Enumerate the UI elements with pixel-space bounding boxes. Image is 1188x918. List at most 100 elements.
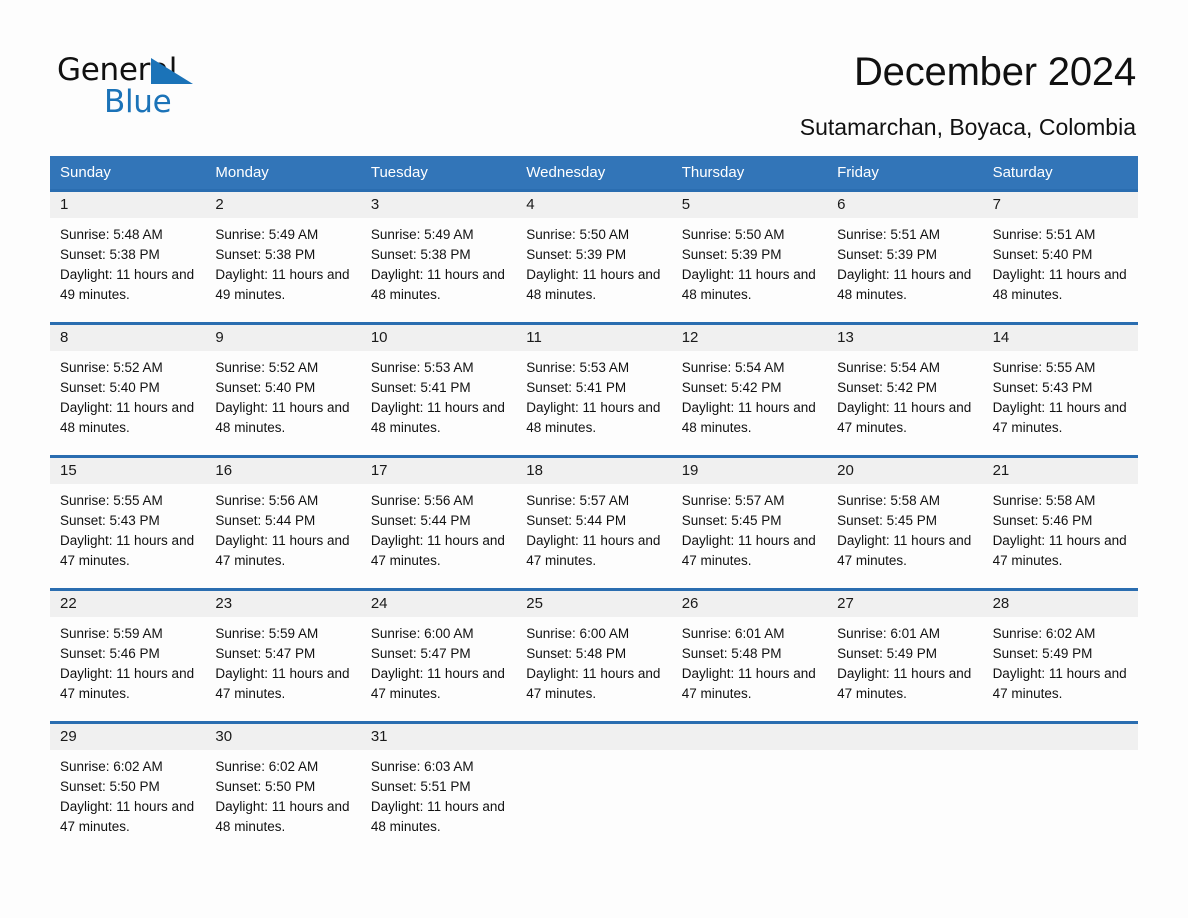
sunset-text: Sunset: 5:40 PM	[992, 247, 1093, 262]
sunset-text: Sunset: 5:45 PM	[837, 513, 937, 528]
weekday-friday: Friday	[837, 164, 879, 181]
day-number: 23	[205, 591, 361, 617]
calendar-day-cell[interactable]: 26 Sunrise: 6:01 AM Sunset: 5:48 PM Dayligh…	[671, 591, 828, 711]
calendar-day-cell[interactable]: 28 Sunrise: 6:02 AM Sunset: 5:49 PM Dayligh…	[982, 591, 1138, 711]
calendar-day-cell[interactable]: 19 Sunrise: 5:57 AM Sunset: 5:45 PM Dayligh…	[671, 458, 828, 578]
daylight-text: Daylight: 11 hours and 49 minutes.	[215, 267, 350, 302]
sunrise-text: Sunrise: 5:54 AM	[837, 360, 940, 375]
calendar-day-cell[interactable]: 18 Sunrise: 5:57 AM Sunset: 5:44 PM Dayligh…	[516, 458, 672, 578]
daylight-text: Daylight: 11 hours and 47 minutes.	[526, 666, 661, 701]
calendar-day-cell[interactable]: 10 Sunrise: 5:53 AM Sunset: 5:41 PM Dayligh…	[360, 325, 517, 445]
daylight-text: Daylight: 11 hours and 48 minutes.	[370, 267, 505, 302]
sunrise-text: Sunrise: 5:49 AM	[215, 227, 319, 242]
sunset-text: Sunset: 5:47 PM	[370, 646, 471, 661]
day-number: 29	[50, 724, 206, 750]
daylight-text: Daylight: 11 hours and 47 minutes.	[370, 533, 505, 568]
calendar-day-cell[interactable]: 4 Sunrise: 5:50 AM Sunset: 5:39 PM Daylight…	[516, 192, 672, 312]
sunset-text: Sunset: 5:40 PM	[60, 380, 160, 395]
calendar-day-cell[interactable]: 22 Sunrise: 5:59 AM Sunset: 5:46 PM Dayligh…	[50, 591, 206, 711]
calendar-day-cell[interactable]: 3 Sunrise: 5:49 AM Sunset: 5:38 PM Daylight…	[360, 192, 517, 312]
day-number: 5	[671, 192, 828, 218]
sunset-text: Sunset: 5:51 PM	[370, 779, 471, 794]
calendar-day-cell[interactable]: 6 Sunrise: 5:51 AM Sunset: 5:39 PM Daylight…	[827, 192, 983, 312]
sunrise-text: Sunrise: 5:57 AM	[526, 493, 630, 508]
sunset-text: Sunset: 5:49 PM	[992, 646, 1093, 661]
day-number: 28	[982, 591, 1138, 617]
weekday-sunday: Sunday	[60, 164, 111, 181]
sunset-text: Sunset: 5:50 PM	[60, 779, 160, 794]
calendar-page: General Blue December 2024 Sutamarchan, …	[0, 0, 1188, 918]
sunrise-text: Sunrise: 5:50 AM	[681, 227, 785, 242]
calendar-day-cell[interactable]: 27 Sunrise: 6:01 AM Sunset: 5:49 PM Dayligh…	[827, 591, 983, 711]
sunset-text: Sunset: 5:41 PM	[526, 380, 627, 395]
calendar-day-cell[interactable]: 14 Sunrise: 5:55 AM Sunset: 5:43 PM Dayligh…	[982, 325, 1138, 445]
calendar-day-cell[interactable]: 15 Sunrise: 5:55 AM Sunset: 5:43 PM Dayligh…	[50, 458, 206, 578]
sunrise-text: Sunrise: 5:52 AM	[215, 360, 319, 375]
daylight-text: Daylight: 11 hours and 47 minutes.	[992, 666, 1127, 701]
calendar-day-cell[interactable]: 12 Sunrise: 5:54 AM Sunset: 5:42 PM Dayligh…	[671, 325, 828, 445]
sunset-text: Sunset: 5:38 PM	[60, 247, 160, 262]
day-number	[516, 724, 672, 750]
day-details: Sunrise: 5:56 AM Sunset: 5:44 PM Daylight:…	[205, 484, 360, 571]
day-details: Sunrise: 5:51 AM Sunset: 5:39 PM Daylight:…	[827, 218, 982, 305]
calendar-day-cell[interactable]: 20 Sunrise: 5:58 AM Sunset: 5:45 PM Dayligh…	[827, 458, 983, 578]
day-number: 8	[50, 325, 206, 351]
general-blue-logo[interactable]: General Blue	[57, 52, 317, 122]
day-number: 4	[516, 192, 672, 218]
daylight-text: Daylight: 11 hours and 47 minutes.	[837, 666, 972, 701]
day-number: 7	[982, 192, 1138, 218]
sunrise-text: Sunrise: 6:01 AM	[837, 626, 940, 641]
sunset-text: Sunset: 5:39 PM	[681, 247, 782, 262]
calendar-day-cell[interactable]: 8 Sunrise: 5:52 AM Sunset: 5:40 PM Daylight…	[50, 325, 206, 445]
sunset-text: Sunset: 5:44 PM	[526, 513, 627, 528]
calendar-day-cell[interactable]: 2 Sunrise: 5:49 AM Sunset: 5:38 PM Daylight…	[205, 192, 361, 312]
calendar-day-cell[interactable]: 30 Sunrise: 6:02 AM Sunset: 5:50 PM Dayligh…	[205, 724, 361, 844]
sunrise-text: Sunrise: 6:00 AM	[370, 626, 474, 641]
calendar-day-cell[interactable]: 5 Sunrise: 5:50 AM Sunset: 5:39 PM Daylight…	[671, 192, 828, 312]
calendar-day-cell-empty	[671, 724, 828, 844]
day-number: 3	[360, 192, 517, 218]
calendar-day-cell[interactable]: 11 Sunrise: 5:53 AM Sunset: 5:41 PM Dayligh…	[516, 325, 672, 445]
daylight-text: Daylight: 11 hours and 47 minutes.	[992, 400, 1127, 435]
calendar-day-cell[interactable]: 29 Sunrise: 6:02 AM Sunset: 5:50 PM Dayligh…	[50, 724, 206, 844]
daylight-text: Daylight: 11 hours and 47 minutes.	[215, 533, 350, 568]
calendar-day-cell[interactable]: 23 Sunrise: 5:59 AM Sunset: 5:47 PM Dayligh…	[205, 591, 361, 711]
calendar-day-cell[interactable]: 1 Sunrise: 5:48 AM Sunset: 5:38 PM Daylight…	[50, 192, 206, 312]
calendar-day-cell-empty	[516, 724, 672, 844]
sunrise-text: Sunrise: 6:02 AM	[215, 759, 319, 774]
calendar-day-cell[interactable]: 16 Sunrise: 5:56 AM Sunset: 5:44 PM Dayligh…	[205, 458, 361, 578]
calendar-day-cell[interactable]: 31 Sunrise: 6:03 AM Sunset: 5:51 PM Dayligh…	[360, 724, 517, 844]
day-number: 22	[50, 591, 206, 617]
day-details: Sunrise: 5:49 AM Sunset: 5:38 PM Daylight:…	[361, 218, 516, 305]
day-number: 10	[360, 325, 517, 351]
sunset-text: Sunset: 5:38 PM	[215, 247, 316, 262]
logo-text-blue: Blue	[104, 84, 172, 120]
calendar-day-cell-empty	[827, 724, 983, 844]
calendar-day-cell[interactable]: 17 Sunrise: 5:56 AM Sunset: 5:44 PM Dayligh…	[360, 458, 517, 578]
daylight-text: Daylight: 11 hours and 48 minutes.	[370, 799, 505, 834]
daylight-text: Daylight: 11 hours and 48 minutes.	[370, 400, 505, 435]
sunset-text: Sunset: 5:38 PM	[370, 247, 471, 262]
calendar-day-cell[interactable]: 24 Sunrise: 6:00 AM Sunset: 5:47 PM Dayligh…	[360, 591, 517, 711]
sunset-text: Sunset: 5:46 PM	[992, 513, 1093, 528]
calendar-day-cell[interactable]: 25 Sunrise: 6:00 AM Sunset: 5:48 PM Dayligh…	[516, 591, 672, 711]
day-details: Sunrise: 5:50 AM Sunset: 5:39 PM Daylight:…	[672, 218, 827, 305]
sunrise-text: Sunrise: 5:55 AM	[992, 360, 1096, 375]
day-details: Sunrise: 5:57 AM Sunset: 5:44 PM Daylight:…	[516, 484, 671, 571]
day-details: Sunrise: 6:02 AM Sunset: 5:49 PM Daylight:…	[983, 617, 1138, 704]
day-number: 15	[50, 458, 206, 484]
sunrise-text: Sunrise: 5:57 AM	[681, 493, 785, 508]
calendar-day-cell[interactable]: 21 Sunrise: 5:58 AM Sunset: 5:46 PM Dayligh…	[982, 458, 1138, 578]
calendar-day-cell[interactable]: 7 Sunrise: 5:51 AM Sunset: 5:40 PM Daylight…	[982, 192, 1138, 312]
daylight-text: Daylight: 11 hours and 48 minutes.	[837, 267, 972, 302]
weekday-tuesday: Tuesday	[370, 164, 428, 181]
calendar-day-cell[interactable]: 9 Sunrise: 5:52 AM Sunset: 5:40 PM Daylight…	[205, 325, 361, 445]
calendar-day-cell[interactable]: 13 Sunrise: 5:54 AM Sunset: 5:42 PM Dayligh…	[827, 325, 983, 445]
day-details: Sunrise: 6:01 AM Sunset: 5:49 PM Daylight:…	[827, 617, 982, 704]
day-number: 6	[827, 192, 983, 218]
daylight-text: Daylight: 11 hours and 47 minutes.	[215, 666, 350, 701]
daylight-text: Daylight: 11 hours and 49 minutes.	[60, 267, 195, 302]
daylight-text: Daylight: 11 hours and 48 minutes.	[215, 400, 350, 435]
day-details: Sunrise: 5:54 AM Sunset: 5:42 PM Daylight:…	[672, 351, 827, 438]
day-details: Sunrise: 5:52 AM Sunset: 5:40 PM Daylight:…	[50, 351, 205, 438]
